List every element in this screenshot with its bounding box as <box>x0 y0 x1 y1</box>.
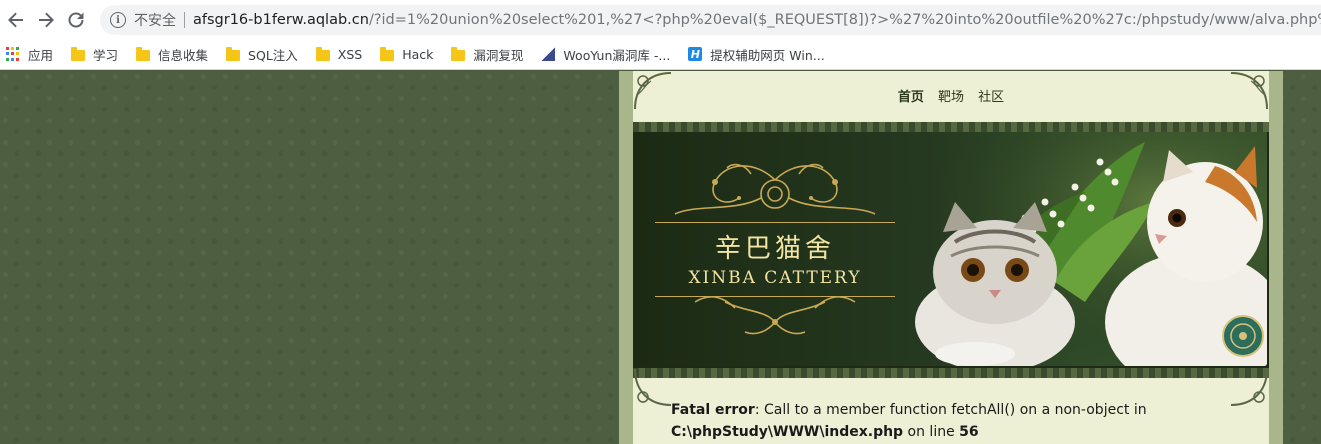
site-content: 首页 靶场 社区 辛巴猫舍 XINBA CATTERY Fatal error:… <box>633 71 1269 444</box>
bookmarks-bar: 应用 学习 信息收集 SQL注入 XSS Hack 漏洞复现 WooYun漏洞库… <box>0 40 1321 68</box>
bookmark-label: 应用 <box>28 47 54 63</box>
apps-grid-icon <box>6 47 20 61</box>
error-label: Fatal error <box>671 402 755 418</box>
error-file-path: C:\phpStudy\WWW\index.php <box>671 424 904 440</box>
folder-icon <box>136 46 151 61</box>
bookmark-label: 漏洞复现 <box>473 47 524 63</box>
bookmark-folder-vuln-repro[interactable]: 漏洞复现 <box>451 42 533 66</box>
reload-icon <box>68 12 84 28</box>
bookmark-label: 信息收集 <box>158 47 209 63</box>
url-path: /?id=1%20union%20select%201,%27<?php%20e… <box>368 12 1321 28</box>
logo-title-en: XINBA CATTERY <box>688 268 862 288</box>
bookmark-label: XSS <box>337 46 363 62</box>
folder-icon <box>226 46 241 61</box>
url-host: afsgr16-b1ferw.aqlab.cn <box>193 12 369 28</box>
bookmark-folder-sql-injection[interactable]: SQL注入 <box>226 42 308 66</box>
error-on-line: on line <box>903 424 960 440</box>
bookmark-folder-hack[interactable]: Hack <box>380 42 443 66</box>
nav-home[interactable]: 首页 <box>898 90 924 105</box>
bookmark-label: 提权辅助网页 Win... <box>710 47 825 63</box>
logo-title-cn: 辛巴猫舍 <box>714 234 835 264</box>
nav-community[interactable]: 社区 <box>978 90 1004 105</box>
forward-button[interactable] <box>32 6 60 34</box>
browser-toolbar: i 不安全 afsgr16-b1ferw.aqlab.cn /?id=1%20u… <box>0 0 1321 40</box>
folder-icon <box>71 46 86 61</box>
web-page: 首页 靶场 社区 辛巴猫舍 XINBA CATTERY Fatal error:… <box>0 71 1321 444</box>
bookmark-folder-xss[interactable]: XSS <box>315 42 372 66</box>
folder-icon <box>380 46 395 61</box>
php-fatal-error: Fatal error: Call to a member function f… <box>671 399 1251 443</box>
info-icon[interactable]: i <box>110 12 126 28</box>
bookmark-privesc-helper[interactable]: H 提权辅助网页 Win... <box>688 42 834 66</box>
folder-icon <box>451 46 466 61</box>
h-icon: H <box>688 47 703 61</box>
bookmark-wooyun[interactable]: WooYun漏洞库 -... <box>541 42 680 66</box>
reload-button[interactable] <box>62 6 90 34</box>
logo-rule <box>655 296 895 297</box>
ornament-corner-icon <box>634 368 672 406</box>
forward-arrow-icon <box>39 12 54 28</box>
banner-image: 辛巴猫舍 XINBA CATTERY <box>635 132 1267 366</box>
address-separator <box>184 12 185 28</box>
address-bar[interactable]: i 不安全 afsgr16-b1ferw.aqlab.cn /?id=1%20u… <box>100 5 1321 35</box>
wooyun-icon <box>541 47 556 61</box>
back-arrow-icon <box>8 12 23 28</box>
bookmark-folder-study[interactable]: 学习 <box>71 42 128 66</box>
logo-rule <box>655 222 895 223</box>
error-line-number: 56 <box>959 424 979 440</box>
cats-photo <box>905 132 1267 366</box>
bookmark-folder-info-gathering[interactable]: 信息收集 <box>136 42 218 66</box>
bookmark-label: WooYun漏洞库 -... <box>563 47 671 63</box>
folder-icon <box>315 46 330 61</box>
error-message: : Call to a member function fetchAll() o… <box>754 402 1147 418</box>
browser-chrome: i 不安全 afsgr16-b1ferw.aqlab.cn /?id=1%20u… <box>0 0 1321 70</box>
back-button[interactable] <box>2 6 30 34</box>
site-container: 首页 靶场 社区 辛巴猫舍 XINBA CATTERY Fatal error:… <box>619 71 1283 444</box>
bookmark-label: SQL注入 <box>248 47 298 63</box>
nav-range[interactable]: 靶场 <box>938 90 964 105</box>
bookmark-label: 学习 <box>93 47 119 63</box>
bookmark-apps[interactable]: 应用 <box>6 42 63 66</box>
bookmark-label: Hack <box>402 46 434 62</box>
not-secure-label: 不安全 <box>134 13 176 29</box>
site-nav: 首页 靶场 社区 <box>633 86 1269 105</box>
banner-frame: 辛巴猫舍 XINBA CATTERY <box>633 122 1269 378</box>
cattery-logo: 辛巴猫舍 XINBA CATTERY <box>655 162 895 332</box>
